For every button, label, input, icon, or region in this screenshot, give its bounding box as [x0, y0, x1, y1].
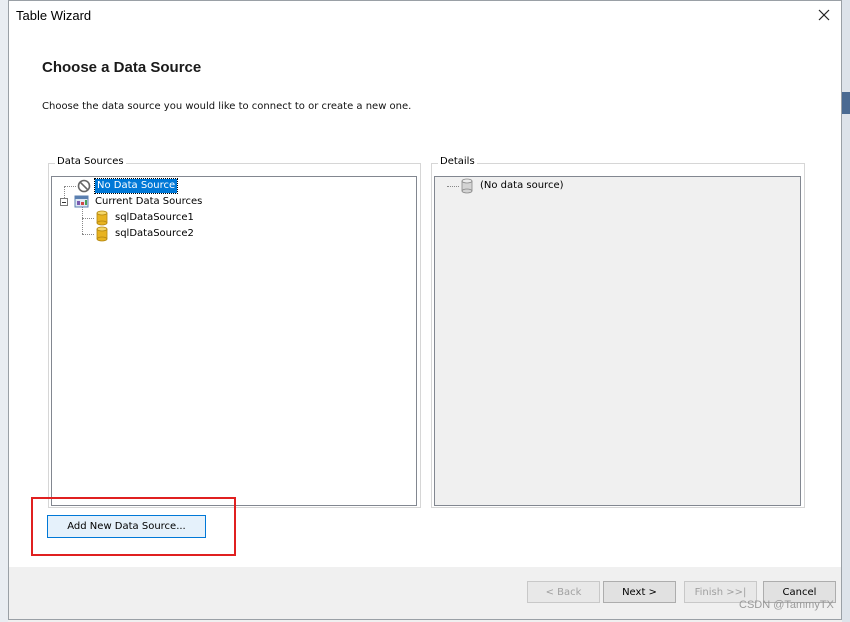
add-new-data-source-button[interactable]: Add New Data Source... [47, 515, 206, 538]
table-wizard-dialog: Table Wizard Choose a Data Source Choose… [8, 0, 842, 620]
tree-connector [82, 234, 94, 235]
data-sources-tree[interactable]: No Data Source Current Data Sources sqlD… [51, 176, 417, 506]
database-gray-icon [459, 178, 475, 194]
database-icon [94, 210, 110, 226]
tree-connector [447, 186, 459, 187]
database-icon [94, 226, 110, 242]
cancel-button-label: Cancel [782, 586, 817, 598]
add-new-data-source-label: Add New Data Source... [67, 521, 186, 532]
no-data-icon [76, 178, 92, 194]
next-button[interactable]: Next > [603, 581, 676, 603]
tree-item-label: sqlDataSource1 [115, 212, 194, 223]
tree-item-label: Current Data Sources [95, 196, 203, 207]
page-description: Choose the data source you would like to… [42, 101, 412, 112]
close-button[interactable] [813, 5, 835, 27]
back-button[interactable]: < Back [527, 581, 600, 603]
next-button-label: Next > [622, 586, 657, 598]
background-accent [842, 92, 850, 114]
data-sources-folder-icon [74, 194, 90, 210]
details-item-label: (No data source) [480, 180, 564, 191]
tree-item-sqldatasource1[interactable]: sqlDataSource1 [94, 210, 196, 226]
details-group-label: Details [438, 156, 477, 167]
page-title: Choose a Data Source [42, 59, 202, 76]
title-bar: Table Wizard [9, 1, 841, 31]
back-button-label: < Back [545, 586, 582, 598]
window-title: Table Wizard [16, 8, 92, 23]
tree-item-label: sqlDataSource2 [115, 228, 194, 239]
tree-item-current-data-sources[interactable]: Current Data Sources [74, 194, 204, 210]
tree-item-sqldatasource2[interactable]: sqlDataSource2 [94, 226, 196, 242]
tree-connector [82, 207, 83, 234]
details-tree[interactable]: (No data source) [434, 176, 801, 506]
finish-button-label: Finish >>| [694, 586, 747, 598]
collapse-toggle[interactable] [60, 198, 68, 206]
tree-connector [64, 186, 76, 187]
watermark: CSDN @TammyTX [739, 599, 834, 611]
tree-connector [82, 218, 94, 219]
details-item[interactable]: (No data source) [459, 178, 566, 194]
data-sources-group-label: Data Sources [55, 156, 126, 167]
background-left-strip [0, 0, 8, 622]
data-sources-group: Data Sources No Data Source Current Data… [48, 156, 421, 508]
tree-item-label: No Data Source [93, 178, 179, 194]
tree-item-no-data-source[interactable]: No Data Source [76, 178, 179, 194]
close-icon [818, 9, 830, 24]
details-group: Details (No data source) [431, 156, 805, 508]
